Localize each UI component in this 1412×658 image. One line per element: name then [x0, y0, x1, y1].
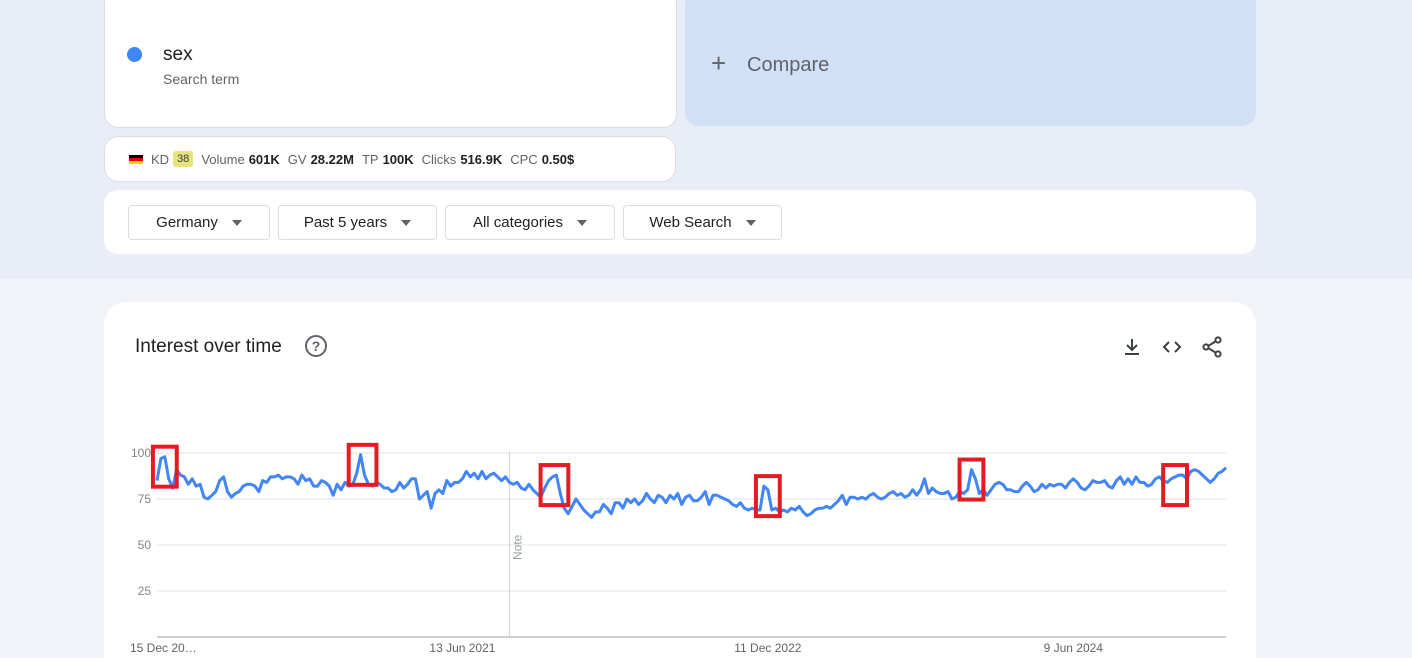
chevron-down-icon: [231, 219, 242, 226]
cpc-value: 0.50$: [541, 151, 575, 167]
search-term-card[interactable]: sex Search term: [104, 0, 677, 128]
plus-icon: +: [711, 48, 727, 78]
germany-flag-icon: [129, 154, 143, 164]
interest-over-time-card: Interest over time ? 100 75 50 25 Note 15 Dec…: [104, 302, 1256, 658]
category-dropdown-label: All categories: [472, 214, 564, 231]
time-range-dropdown-label: Past 5 years: [303, 214, 388, 231]
search-type-dropdown-label: Web Search: [649, 214, 732, 231]
keyword-metrics-bar: KD 38 Volume 601K GV 28.22M TP 100K Clic…: [104, 136, 676, 182]
cpc-label: CPC: [510, 151, 538, 167]
chevron-down-icon: [745, 219, 756, 226]
region-dropdown-label: Germany: [156, 214, 218, 231]
y-tick-label: 50: [138, 538, 152, 552]
tp-value: 100K: [382, 151, 414, 167]
y-tick-label: 25: [138, 584, 152, 598]
series-line: [155, 453, 1228, 519]
x-tick-label: 9 Jun 2024: [1044, 641, 1104, 655]
kd-badge: 38: [173, 151, 194, 167]
search-term-name[interactable]: sex: [163, 44, 193, 66]
x-tick-label: 13 Jun 2021: [429, 641, 495, 655]
volume-value: 601K: [248, 151, 280, 167]
compare-button[interactable]: + Compare: [685, 0, 1256, 126]
y-tick-label: 100: [131, 446, 151, 460]
gv-value: 28.22M: [310, 151, 354, 167]
series-color-dot: [127, 47, 142, 62]
search-term-subtitle: Search term: [163, 71, 240, 87]
x-tick-label: 15 Dec 20…: [130, 641, 197, 655]
kd-label: KD: [151, 151, 170, 167]
clicks-value: 516.9K: [460, 151, 503, 167]
volume-label: Volume: [201, 151, 245, 167]
chevron-down-icon: [577, 219, 588, 226]
chevron-down-icon: [401, 219, 412, 226]
y-tick-label: 75: [138, 492, 152, 506]
time-range-dropdown[interactable]: Past 5 years: [278, 205, 437, 240]
region-dropdown[interactable]: Germany: [128, 205, 270, 240]
x-tick-label: 11 Dec 2022: [734, 641, 801, 655]
interest-line-chart: 100 75 50 25 Note 15 Dec 20… 13 Jun 2021 11 Dec…: [130, 442, 1228, 655]
category-dropdown[interactable]: All categories: [445, 205, 615, 240]
gv-label: GV: [287, 151, 307, 167]
clicks-label: Clicks: [421, 151, 457, 167]
filters-bar: Germany Past 5 years All categories Web …: [104, 190, 1256, 254]
search-type-dropdown[interactable]: Web Search: [623, 205, 782, 240]
tp-label: TP: [361, 151, 379, 167]
note-label: Note: [510, 534, 524, 560]
compare-label: Compare: [747, 54, 830, 76]
